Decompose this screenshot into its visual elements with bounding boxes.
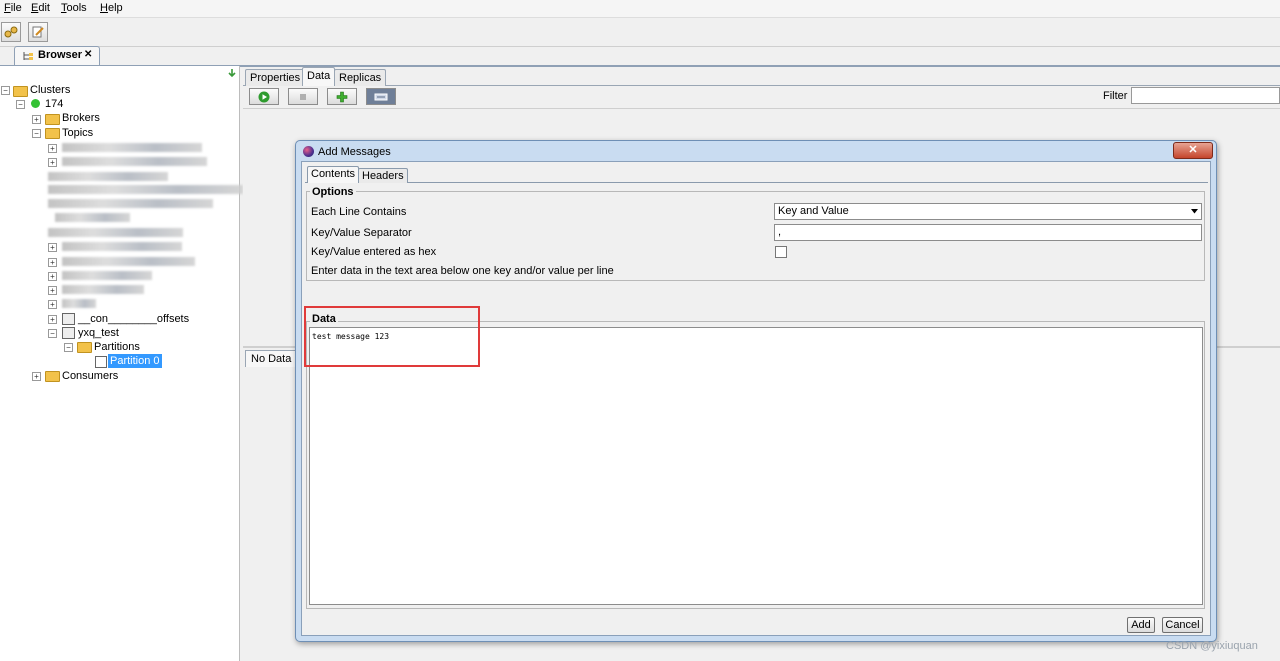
menu-tools[interactable]: Tools <box>61 2 87 14</box>
collapse-icon[interactable]: − <box>64 343 73 352</box>
options-legend: Options <box>310 186 356 198</box>
tree-cluster-174[interactable]: 174 <box>45 97 63 111</box>
hex-checkbox[interactable] <box>775 246 787 258</box>
tab-properties[interactable]: Properties <box>245 69 306 86</box>
partition-icon <box>95 356 107 368</box>
blurred-topic <box>48 199 213 208</box>
run-button[interactable] <box>249 88 279 105</box>
cluster-online-icon <box>31 99 40 108</box>
cancel-button[interactable]: Cancel <box>1162 617 1203 633</box>
data-textarea[interactable]: test message 123 <box>309 327 1203 605</box>
browser-tabstrip <box>0 45 1280 67</box>
expand-icon[interactable]: + <box>48 315 57 324</box>
tree-clusters[interactable]: Clusters <box>30 83 70 97</box>
expand-icon[interactable]: + <box>48 243 57 252</box>
tree-icon <box>23 52 33 60</box>
menu-bar: File Edit Tools Help <box>0 0 1280 17</box>
browser-tab-close-icon[interactable]: ✕ <box>84 49 92 60</box>
browser-tab[interactable]: Browser ✕ <box>14 46 100 65</box>
expand-icon[interactable]: + <box>48 286 57 295</box>
blurred-topic <box>62 242 182 251</box>
dialog-tab-divider <box>305 182 1208 183</box>
folder-open-icon <box>13 86 28 97</box>
edit-icon <box>32 26 44 38</box>
tree-partitions[interactable]: Partitions <box>94 340 140 354</box>
menu-help[interactable]: Help <box>100 2 123 14</box>
tree-consumers[interactable]: Consumers <box>62 369 118 383</box>
blurred-topic <box>48 185 243 194</box>
folder-open-icon <box>45 128 60 139</box>
folder-icon <box>45 114 60 125</box>
view-mode-button[interactable] <box>366 88 396 105</box>
add-button[interactable]: Add <box>1127 617 1155 633</box>
expand-icon[interactable]: + <box>48 300 57 309</box>
collapse-icon[interactable]: − <box>16 100 25 109</box>
tree-partition-0[interactable]: Partition 0 <box>108 354 162 368</box>
collapse-icon[interactable]: − <box>1 86 10 95</box>
settings-button[interactable] <box>28 22 48 42</box>
tab-replicas[interactable]: Replicas <box>334 69 387 86</box>
play-icon <box>258 91 270 102</box>
blurred-topic <box>62 299 96 308</box>
expand-icon[interactable]: + <box>48 144 57 153</box>
separator-label: Key/Value Separator <box>311 227 412 239</box>
expand-icon[interactable]: + <box>48 272 57 281</box>
chevron-down-icon <box>1191 209 1198 214</box>
expand-icon[interactable]: + <box>48 158 57 167</box>
blurred-topic <box>48 172 168 181</box>
topic-icon <box>62 327 75 339</box>
main-toolbar <box>0 17 1280 47</box>
tab-no-data[interactable]: No Data <box>245 350 298 367</box>
tab-headers[interactable]: Headers <box>358 168 408 183</box>
connect-button[interactable] <box>1 22 21 42</box>
highlight-annotation <box>304 306 480 367</box>
tab-contents[interactable]: Contents <box>307 166 360 183</box>
data-hint: Enter data in the text area below one ke… <box>311 265 614 277</box>
tree-topic-yxq-test[interactable]: yxq_test <box>78 326 119 340</box>
each-line-value: Key and Value <box>778 205 849 217</box>
dialog-title: Add Messages <box>318 146 391 158</box>
each-line-select[interactable]: Key and Value <box>774 203 1202 220</box>
refresh-down-icon[interactable] <box>227 68 237 78</box>
each-line-label: Each Line Contains <box>311 206 407 218</box>
menu-file[interactable]: File <box>4 2 22 14</box>
filter-label: Filter <box>1103 90 1128 102</box>
dialog-close-button[interactable]: ✕ <box>1173 142 1213 159</box>
folder-open-icon <box>77 342 92 353</box>
connect-icon <box>4 26 18 38</box>
filter-input[interactable] <box>1131 87 1280 104</box>
separator-input[interactable]: , <box>774 224 1202 241</box>
stop-button[interactable] <box>288 88 318 105</box>
tree-topics[interactable]: Topics <box>62 126 93 140</box>
expand-icon[interactable]: + <box>48 258 57 267</box>
browser-tab-label: Browser <box>38 49 83 61</box>
tree-consumer-offsets[interactable]: __con________offsets <box>78 312 189 326</box>
blurred-topic <box>55 213 130 222</box>
folder-icon <box>45 371 60 382</box>
tree-brokers[interactable]: Brokers <box>62 111 100 125</box>
expand-icon[interactable]: + <box>32 115 41 124</box>
blurred-topic <box>62 285 144 294</box>
app-logo-icon <box>303 146 314 157</box>
expand-icon[interactable]: + <box>32 372 41 381</box>
collapse-icon[interactable]: − <box>32 129 41 138</box>
hex-label: Key/Value entered as hex <box>311 246 437 258</box>
topic-icon <box>62 313 75 325</box>
add-messages-button[interactable] <box>327 88 357 105</box>
collapse-icon[interactable]: − <box>48 329 57 338</box>
blurred-topic <box>62 271 152 280</box>
watermark: CSDN @yixiuquan <box>1166 640 1258 652</box>
blurred-topic <box>62 257 195 266</box>
list-icon <box>374 93 388 100</box>
blurred-topic <box>62 157 207 166</box>
blurred-topic <box>48 228 183 237</box>
blurred-topic <box>62 143 202 152</box>
plus-icon <box>336 91 348 102</box>
tab-data[interactable]: Data <box>302 67 336 86</box>
menu-edit[interactable]: Edit <box>31 2 50 14</box>
stop-icon <box>300 93 306 100</box>
